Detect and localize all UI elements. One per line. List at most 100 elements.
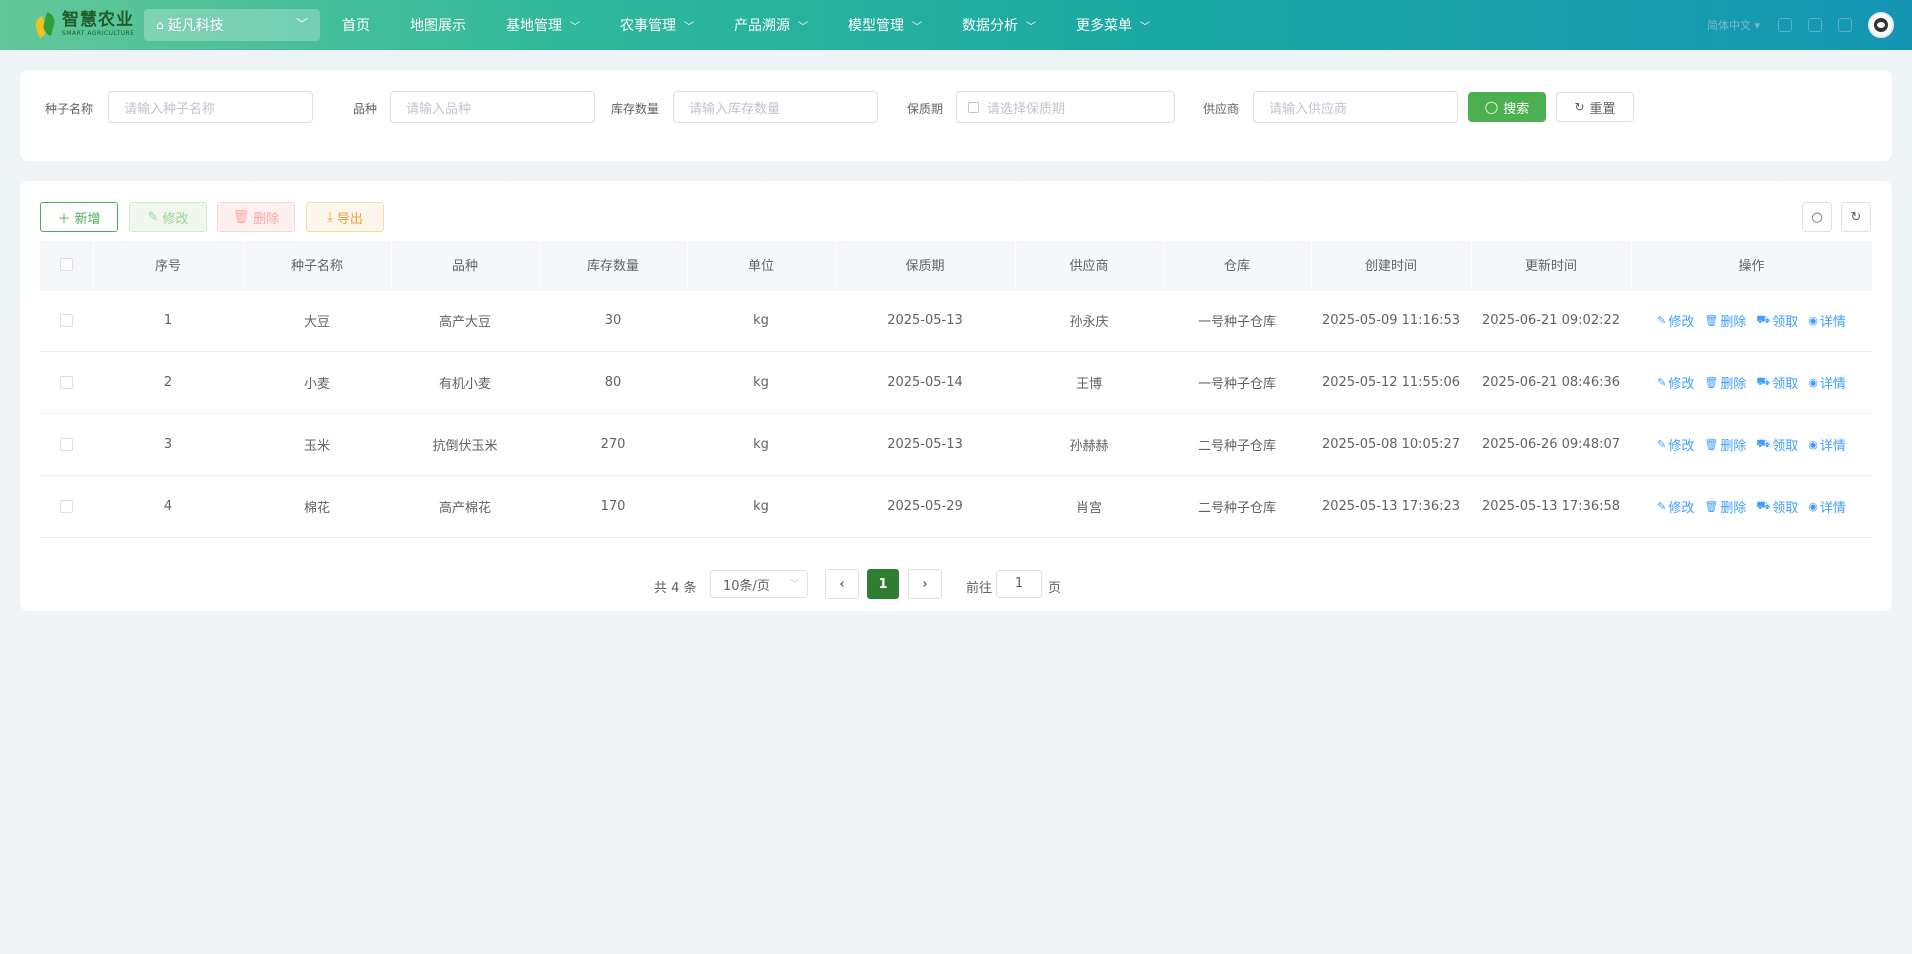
cell-supplier: 王博 (1015, 351, 1163, 414)
cell-supplier: 孙永庆 (1015, 289, 1163, 352)
calendar-icon (968, 101, 979, 113)
row-edit-link[interactable]: ✎ 修改 (1657, 435, 1694, 454)
row-detail-link[interactable]: ◉ 详情 (1808, 435, 1846, 454)
row-checkbox[interactable] (60, 499, 73, 513)
row-checkbox[interactable] (60, 313, 73, 327)
page-size-select[interactable]: 10条/页 ﹀ (710, 570, 808, 598)
refresh-button[interactable]: ↻ (1841, 202, 1871, 232)
row-claim-link[interactable]: ⛟ 领取 (1756, 373, 1798, 392)
row-checkbox[interactable] (60, 437, 73, 451)
add-button[interactable]: ＋新增 (40, 202, 118, 232)
download-icon: ⤓ (327, 209, 333, 225)
row-delete-link[interactable]: 🗑 删除 (1704, 435, 1746, 454)
cell-name: 玉米 (243, 413, 391, 476)
chevron-left-icon: ‹ (839, 576, 845, 592)
table-row[interactable]: 4 棉花 高产棉花 170 kg 2025-05-29 肖宫 二号种子仓库 2025-05-13… (40, 475, 1872, 538)
cell-index: 2 (93, 351, 243, 414)
search-form: 种子名称 请输入种子名称 品种 请输入品种 库存数量 请输入库存数量 保质期 请… (20, 70, 1892, 161)
search-button[interactable]: ◯ 搜索 (1468, 92, 1546, 122)
stock-input[interactable]: 请输入库存数量 (673, 91, 878, 123)
nav-item[interactable]: 农事管理 ﹀ (600, 15, 714, 35)
shelf-life-date-picker[interactable]: 请选择保质期 (956, 91, 1175, 123)
row-checkbox-cell[interactable] (40, 413, 93, 476)
nav-item[interactable]: 地图展示 (390, 15, 486, 35)
nav-item[interactable]: 基地管理 ﹀ (486, 15, 600, 35)
toggle-search-button[interactable]: ○ (1802, 202, 1832, 232)
language-select[interactable]: 简体中文 ▾ (1707, 17, 1760, 33)
delete-button[interactable]: 🗑 删除 (217, 202, 295, 232)
edit-icon: ✎ (1657, 499, 1667, 513)
logo-title: 智慧农业 (62, 9, 134, 30)
row-edit-link[interactable]: ✎ 修改 (1657, 373, 1694, 392)
row-detail-link[interactable]: ◉ 详情 (1808, 373, 1846, 392)
row-checkbox[interactable] (60, 375, 73, 389)
row-edit-link[interactable]: ✎ 修改 (1657, 497, 1694, 516)
select-all-checkbox[interactable] (59, 258, 73, 272)
supplier-input[interactable]: 请输入供应商 (1253, 91, 1458, 123)
trash-icon: 🗑 (1704, 375, 1719, 389)
nav-item[interactable]: 产品溯源 ﹀ (714, 15, 828, 35)
table-row[interactable]: 3 玉米 抗倒伏玉米 270 kg 2025-05-13 孙赫赫 二号种子仓库 2025-05-… (40, 413, 1872, 476)
goto-page-input[interactable]: 1 (996, 570, 1042, 598)
column-header: 保质期 (835, 241, 1016, 290)
trash-icon: 🗑 (1704, 499, 1719, 513)
row-delete-link[interactable]: 🗑 删除 (1704, 497, 1746, 516)
cell-created: 2025-05-09 11:16:53 (1311, 289, 1471, 352)
row-claim-link[interactable]: ⛟ 领取 (1756, 435, 1798, 454)
row-checkbox-cell[interactable] (40, 289, 93, 352)
pagination-total: 共 4 条 (654, 581, 697, 596)
nav-item-label: 模型管理 (848, 18, 904, 34)
header-tools: 简体中文 ▾ (1707, 0, 1894, 50)
chevron-right-icon: › (922, 576, 928, 592)
edit-button[interactable]: ✎ 修改 (129, 202, 207, 232)
nav-item[interactable]: 数据分析 ﹀ (942, 15, 1056, 35)
variety-input[interactable]: 请输入品种 (390, 91, 595, 123)
column-header: 创建时间 (1311, 241, 1472, 290)
row-delete-link[interactable]: 🗑 删除 (1704, 373, 1746, 392)
page-number-button[interactable]: 1 (867, 569, 899, 599)
row-claim-link[interactable]: ⛟ 领取 (1756, 497, 1798, 516)
logo[interactable]: 智慧农业 SMART AGRICULTURE (32, 9, 135, 39)
nav-item-label: 首页 (342, 18, 370, 34)
cell-variety: 高产棉花 (391, 475, 539, 538)
company-select[interactable]: ⌂ 延凡科技 ﹀ (144, 9, 320, 41)
prev-page-button[interactable]: ‹ (825, 569, 859, 599)
next-page-button[interactable]: › (908, 569, 942, 599)
row-claim-link[interactable]: ⛟ 领取 (1756, 311, 1798, 330)
row-delete-link[interactable]: 🗑 删除 (1704, 311, 1746, 330)
github-icon[interactable] (1808, 18, 1822, 32)
cell-updated: 2025-06-21 09:02:22 (1471, 289, 1631, 352)
row-edit-link[interactable]: ✎ 修改 (1657, 311, 1694, 330)
eye-icon: ◉ (1808, 437, 1818, 451)
fullscreen-icon[interactable] (1838, 18, 1852, 32)
table-header-row: 序号 种子名称 品种 库存数量 单位 保质期 供应商 仓库 创建时间 更新时间 操作 (40, 241, 1873, 290)
cell-updated: 2025-06-21 08:46:36 (1471, 351, 1631, 414)
select-all-checkbox-cell[interactable] (40, 241, 94, 290)
seed-name-input[interactable]: 请输入种子名称 (108, 91, 313, 123)
nav-item[interactable]: 模型管理 ﹀ (828, 15, 942, 35)
row-detail-link[interactable]: ◉ 详情 (1808, 497, 1846, 516)
export-button[interactable]: ⤓ 导出 (306, 202, 384, 232)
seed-name-label: 种子名称 (45, 102, 94, 116)
search-icon: ◯ (1484, 100, 1499, 114)
column-header: 库存数量 (539, 241, 688, 290)
table-row[interactable]: 2 小麦 有机小麦 80 kg 2025-05-14 王博 一号种子仓库 2025-05-12 … (40, 351, 1872, 414)
nav-item-label: 更多菜单 (1076, 18, 1132, 34)
reset-button[interactable]: ↻ 重置 (1556, 92, 1634, 122)
cart-icon: ⛟ (1756, 312, 1771, 326)
user-avatar[interactable] (1868, 12, 1894, 38)
edit-icon: ✎ (1657, 375, 1667, 389)
nav-item[interactable]: 更多菜单 ﹀ (1056, 15, 1170, 35)
shelf-life-label: 保质期 (907, 102, 944, 116)
cell-name: 棉花 (243, 475, 391, 538)
variety-label: 品种 (353, 102, 378, 116)
cell-unit: kg (687, 289, 835, 352)
nav-item[interactable]: 首页 (322, 15, 390, 35)
row-checkbox-cell[interactable] (40, 351, 93, 414)
supplier-label: 供应商 (1203, 102, 1240, 116)
cell-index: 4 (93, 475, 243, 538)
row-detail-link[interactable]: ◉ 详情 (1808, 311, 1846, 330)
row-checkbox-cell[interactable] (40, 475, 93, 538)
search-icon[interactable] (1778, 18, 1792, 32)
table-row[interactable]: 1 大豆 高产大豆 30 kg 2025-05-13 孙永庆 一号种子仓库 2025-05-09… (40, 289, 1872, 352)
